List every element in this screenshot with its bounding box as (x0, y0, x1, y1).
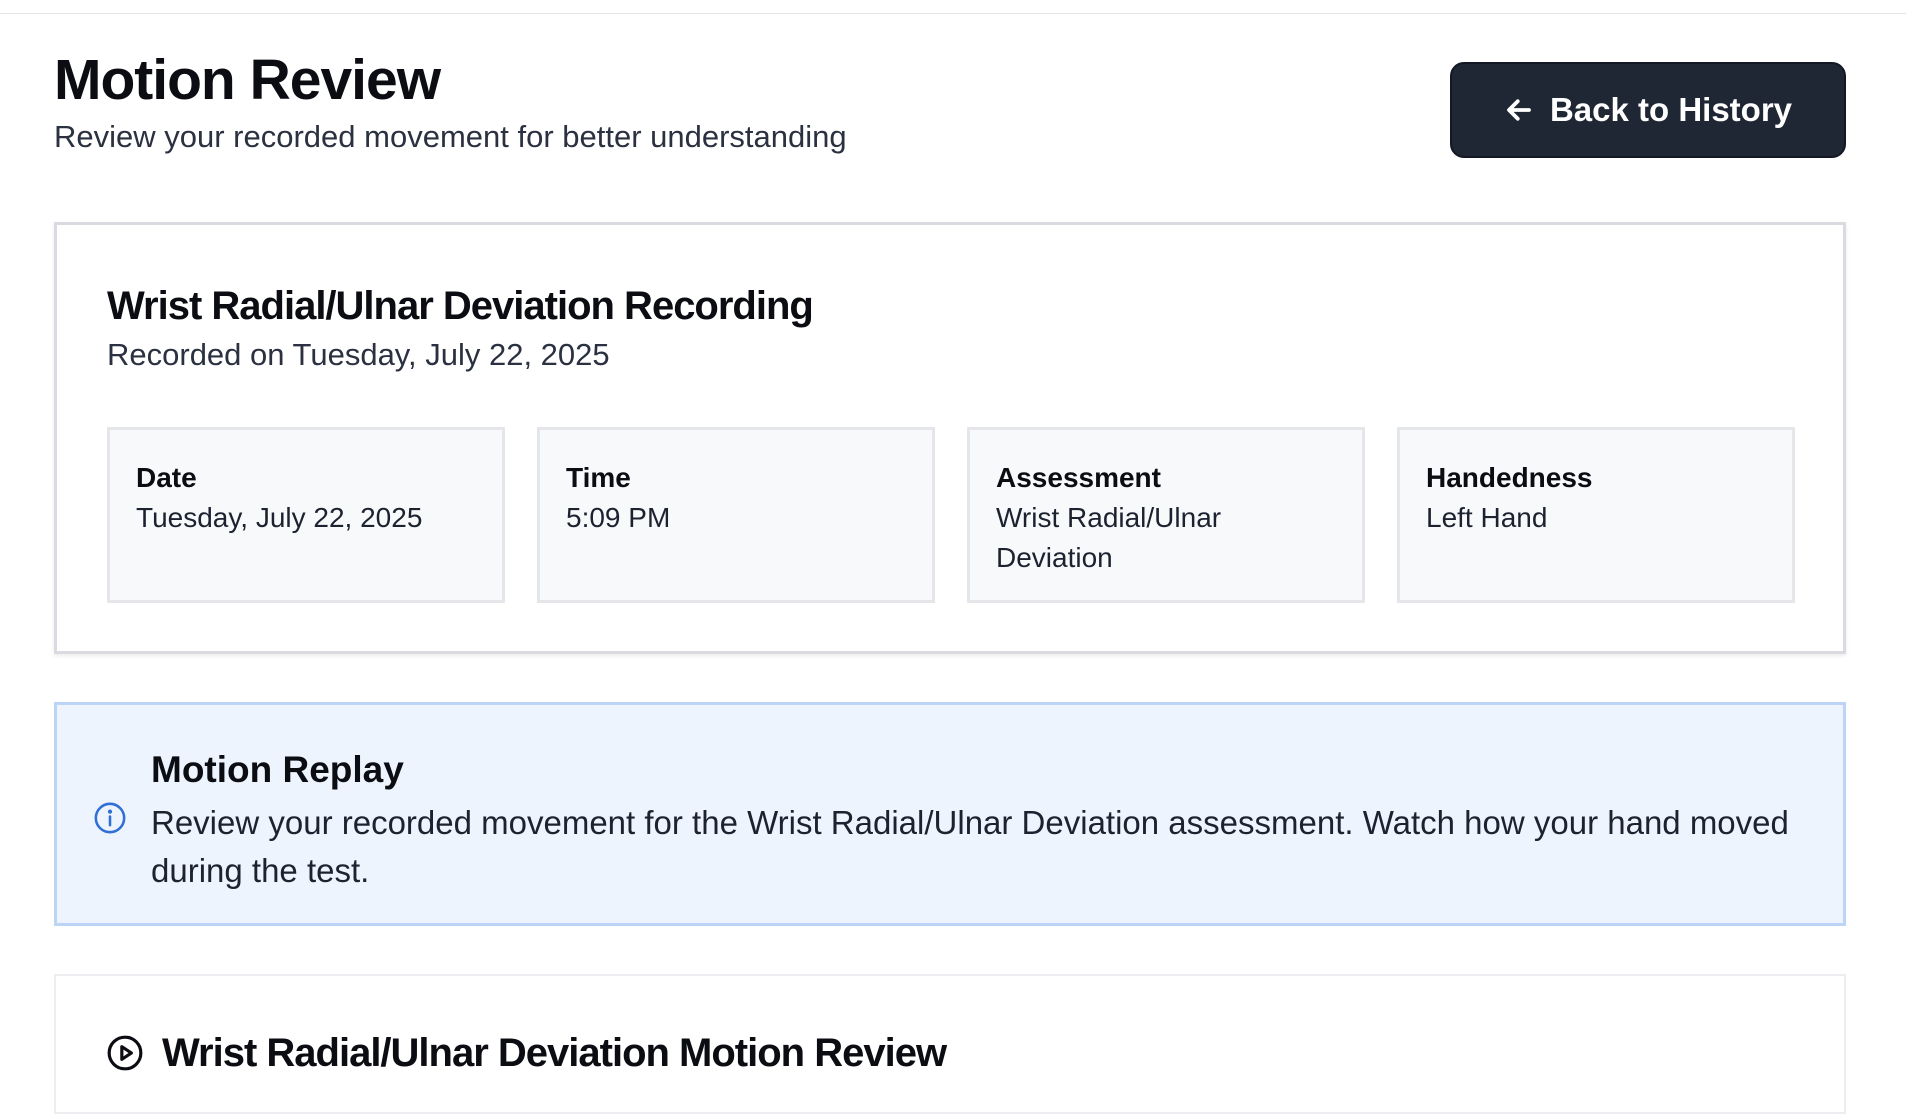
arrow-left-icon (1507, 99, 1531, 121)
page-header: Motion Review Review your recorded movem… (54, 44, 1846, 174)
motion-review-card: Wrist Radial/Ulnar Deviation Motion Revi… (54, 974, 1846, 1114)
play-circle-icon[interactable] (106, 1034, 144, 1072)
detail-value: Tuesday, July 22, 2025 (136, 502, 423, 533)
notice-body: Review your recorded movement for the Wr… (151, 804, 1789, 889)
info-icon (94, 802, 126, 834)
top-divider (0, 0, 1906, 14)
detail-label: Assessment (996, 462, 1161, 493)
detail-label: Handedness (1426, 462, 1593, 493)
detail-label: Time (566, 462, 631, 493)
back-button-label: Back to History (1549, 91, 1793, 128)
detail-date: Date Tuesday, July 22, 2025 (107, 427, 505, 603)
detail-value: 5:09 PM (566, 502, 671, 533)
motion-replay-notice: Motion Replay Review your recorded movem… (54, 702, 1846, 926)
recording-subtitle: Recorded on Tuesday, July 22, 2025 (107, 337, 610, 372)
notice-title: Motion Replay (151, 749, 404, 790)
detail-value: Wrist Radial/Ulnar Deviation (996, 502, 1222, 573)
recording-title: Wrist Radial/Ulnar Deviation Recording (107, 284, 814, 328)
detail-handedness: Handedness Left Hand (1397, 427, 1795, 603)
detail-time: Time 5:09 PM (537, 427, 935, 603)
back-to-history-button[interactable]: Back to History (1450, 62, 1846, 158)
detail-value: Left Hand (1426, 502, 1548, 533)
recording-card: Wrist Radial/Ulnar Deviation Recording R… (54, 222, 1846, 654)
detail-assessment: Assessment Wrist Radial/Ulnar Deviation (967, 427, 1365, 603)
recording-details: Date Tuesday, July 22, 2025 Time 5:09 PM… (107, 427, 1795, 603)
detail-label: Date (136, 462, 197, 493)
motion-review-title: Wrist Radial/Ulnar Deviation Motion Revi… (162, 1031, 947, 1075)
